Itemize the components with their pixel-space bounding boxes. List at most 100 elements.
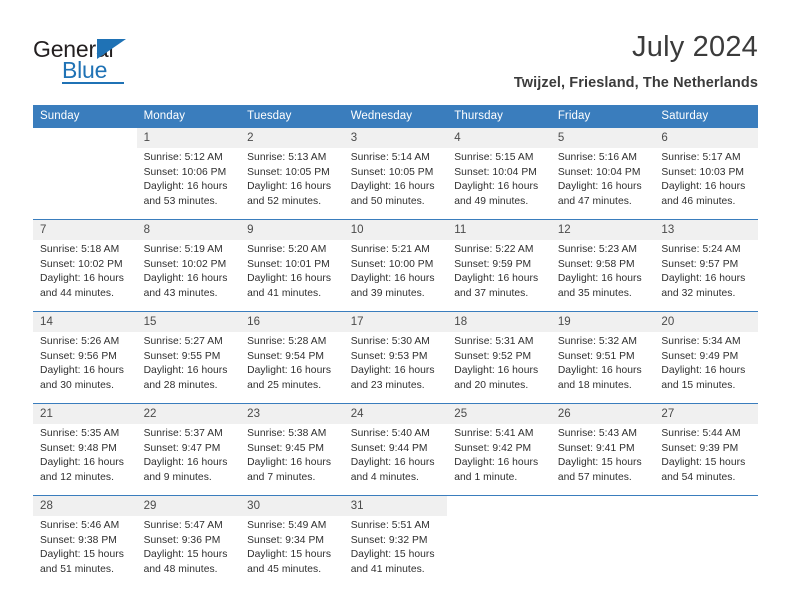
day-cell-9[interactable]: Sunrise: 5:20 AM Sunset: 10:01 PM Daylight… bbox=[240, 240, 344, 311]
day-cell-3[interactable]: Sunrise: 5:14 AM Sunset: 10:05 PM Daylight… bbox=[343, 148, 448, 219]
day-number-empty bbox=[33, 128, 137, 148]
day-detail-line: Sunrise: 5:14 AM bbox=[350, 152, 430, 163]
day-number-14[interactable]: 14 bbox=[33, 312, 137, 332]
day-detail-line: Daylight: 16 hours bbox=[247, 457, 332, 468]
day-number-11[interactable]: 11 bbox=[447, 220, 551, 240]
day-number-3[interactable]: 3 bbox=[343, 128, 448, 148]
day-number-30[interactable]: 30 bbox=[240, 496, 344, 516]
day-detail-line: Sunset: 9:47 PM bbox=[143, 442, 221, 454]
day-cell-20[interactable]: Sunrise: 5:34 AM Sunset: 9:49 PM Daylight:… bbox=[654, 332, 758, 403]
day-number-26[interactable]: 26 bbox=[550, 404, 655, 424]
day-cell-18[interactable]: Sunrise: 5:31 AM Sunset: 9:52 PM Daylight:… bbox=[447, 332, 551, 403]
day-detail-line: Daylight: 16 hours bbox=[661, 181, 746, 192]
day-number-28[interactable]: 28 bbox=[33, 496, 137, 516]
day-cell-23[interactable]: Sunrise: 5:38 AM Sunset: 9:45 PM Daylight:… bbox=[240, 424, 344, 495]
day-number-29[interactable]: 29 bbox=[136, 496, 241, 516]
day-detail-line: Daylight: 15 hours bbox=[661, 457, 746, 468]
day-number-12[interactable]: 12 bbox=[550, 220, 655, 240]
day-number-19[interactable]: 19 bbox=[550, 312, 655, 332]
day-detail-line: Daylight: 16 hours bbox=[454, 457, 539, 468]
day-detail-line: Sunset: 10:02 PM bbox=[143, 258, 227, 270]
day-cell-6[interactable]: Sunrise: 5:17 AM Sunset: 10:03 PM Daylight… bbox=[654, 148, 758, 219]
day-cell-11[interactable]: Sunrise: 5:22 AM Sunset: 9:59 PM Daylight:… bbox=[447, 240, 551, 311]
day-number-17[interactable]: 17 bbox=[343, 312, 448, 332]
day-cell-empty bbox=[654, 516, 758, 587]
day-cell-14[interactable]: Sunrise: 5:26 AM Sunset: 9:56 PM Daylight:… bbox=[33, 332, 137, 403]
day-cell-30[interactable]: Sunrise: 5:49 AM Sunset: 9:34 PM Daylight:… bbox=[240, 516, 344, 587]
day-number-24[interactable]: 24 bbox=[343, 404, 448, 424]
day-number-7[interactable]: 7 bbox=[33, 220, 137, 240]
day-detail-row: Sunrise: 5:18 AM Sunset: 10:02 PM Daylight… bbox=[33, 240, 758, 311]
day-cell-16[interactable]: Sunrise: 5:28 AM Sunset: 9:54 PM Daylight:… bbox=[240, 332, 344, 403]
day-number-15[interactable]: 15 bbox=[136, 312, 241, 332]
day-detail-line: Daylight: 16 hours bbox=[661, 273, 746, 284]
location-subtitle: Twijzel, Friesland, The Netherlands bbox=[513, 75, 758, 91]
day-cell-25[interactable]: Sunrise: 5:41 AM Sunset: 9:42 PM Daylight:… bbox=[447, 424, 551, 495]
day-cell-24[interactable]: Sunrise: 5:40 AM Sunset: 9:44 PM Daylight:… bbox=[343, 424, 448, 495]
day-cell-28[interactable]: Sunrise: 5:46 AM Sunset: 9:38 PM Daylight:… bbox=[33, 516, 137, 587]
day-cell-15[interactable]: Sunrise: 5:27 AM Sunset: 9:55 PM Daylight:… bbox=[136, 332, 241, 403]
day-number-22[interactable]: 22 bbox=[136, 404, 241, 424]
day-cell-21[interactable]: Sunrise: 5:35 AM Sunset: 9:48 PM Daylight:… bbox=[33, 424, 137, 495]
day-detail-line: and 20 minutes. bbox=[454, 379, 529, 391]
day-detail-line: Sunset: 9:53 PM bbox=[350, 350, 428, 362]
day-number-18[interactable]: 18 bbox=[447, 312, 551, 332]
day-number-empty bbox=[654, 496, 758, 516]
day-number-5[interactable]: 5 bbox=[550, 128, 655, 148]
day-detail-line: and 45 minutes. bbox=[247, 563, 322, 575]
day-detail-line: and 4 minutes. bbox=[350, 471, 419, 483]
day-number-27[interactable]: 27 bbox=[654, 404, 758, 424]
day-number-21[interactable]: 21 bbox=[33, 404, 137, 424]
day-detail-line: Sunrise: 5:24 AM bbox=[661, 244, 741, 255]
day-cell-29[interactable]: Sunrise: 5:47 AM Sunset: 9:36 PM Daylight:… bbox=[136, 516, 241, 587]
day-detail-line: and 35 minutes. bbox=[557, 287, 632, 299]
day-cell-13[interactable]: Sunrise: 5:24 AM Sunset: 9:57 PM Daylight:… bbox=[654, 240, 758, 311]
day-number-20[interactable]: 20 bbox=[654, 312, 758, 332]
day-number-2[interactable]: 2 bbox=[240, 128, 344, 148]
day-detail-line: Sunset: 10:00 PM bbox=[350, 258, 434, 270]
day-detail-line: Sunrise: 5:43 AM bbox=[557, 428, 638, 439]
day-cell-17[interactable]: Sunrise: 5:30 AM Sunset: 9:53 PM Daylight:… bbox=[343, 332, 448, 403]
day-number-31[interactable]: 31 bbox=[343, 496, 448, 516]
day-number-16[interactable]: 16 bbox=[240, 312, 344, 332]
day-number-13[interactable]: 13 bbox=[654, 220, 758, 240]
day-detail-line: and 15 minutes. bbox=[661, 379, 736, 391]
page-header: General Blue July 2024 Twijzel, Frieslan… bbox=[33, 30, 758, 100]
day-number-4[interactable]: 4 bbox=[447, 128, 551, 148]
day-detail-line: Sunrise: 5:35 AM bbox=[40, 428, 120, 439]
day-cell-5[interactable]: Sunrise: 5:16 AM Sunset: 10:04 PM Daylight… bbox=[550, 148, 655, 219]
day-detail-line: Daylight: 16 hours bbox=[557, 365, 642, 376]
day-number-25[interactable]: 25 bbox=[447, 404, 551, 424]
day-cell-27[interactable]: Sunrise: 5:44 AM Sunset: 9:39 PM Daylight:… bbox=[654, 424, 758, 495]
day-number-9[interactable]: 9 bbox=[240, 220, 344, 240]
day-detail-line: Sunset: 10:05 PM bbox=[350, 166, 434, 178]
day-detail-line: and 48 minutes. bbox=[143, 563, 218, 575]
day-cell-26[interactable]: Sunrise: 5:43 AM Sunset: 9:41 PM Daylight:… bbox=[550, 424, 655, 495]
day-cell-31[interactable]: Sunrise: 5:51 AM Sunset: 9:32 PM Daylight:… bbox=[343, 516, 448, 587]
day-cell-19[interactable]: Sunrise: 5:32 AM Sunset: 9:51 PM Daylight:… bbox=[550, 332, 655, 403]
day-number-6[interactable]: 6 bbox=[654, 128, 758, 148]
day-cell-7[interactable]: Sunrise: 5:18 AM Sunset: 10:02 PM Daylight… bbox=[33, 240, 137, 311]
day-number-10[interactable]: 10 bbox=[343, 220, 448, 240]
day-detail-row: Sunrise: 5:35 AM Sunset: 9:48 PM Daylight:… bbox=[33, 424, 758, 495]
day-detail-line: Sunset: 9:54 PM bbox=[247, 350, 325, 362]
day-detail-line: Sunset: 9:57 PM bbox=[661, 258, 739, 270]
day-cell-12[interactable]: Sunrise: 5:23 AM Sunset: 9:58 PM Daylight:… bbox=[550, 240, 655, 311]
day-detail-line: Sunrise: 5:27 AM bbox=[143, 336, 223, 347]
sunrise-sunset-calendar: Sunday Monday Tuesday Wednesday Thursday Frid… bbox=[33, 105, 758, 587]
day-cell-4[interactable]: Sunrise: 5:15 AM Sunset: 10:04 PM Daylight… bbox=[447, 148, 551, 219]
day-cell-1[interactable]: Sunrise: 5:12 AM Sunset: 10:06 PM Daylight… bbox=[136, 148, 241, 219]
day-detail-line: Daylight: 16 hours bbox=[143, 181, 228, 192]
day-cell-10[interactable]: Sunrise: 5:21 AM Sunset: 10:00 PM Daylight… bbox=[343, 240, 448, 311]
day-detail-line: and 52 minutes. bbox=[247, 195, 322, 207]
day-cell-2[interactable]: Sunrise: 5:13 AM Sunset: 10:05 PM Daylight… bbox=[240, 148, 344, 219]
day-cell-22[interactable]: Sunrise: 5:37 AM Sunset: 9:47 PM Daylight:… bbox=[136, 424, 241, 495]
day-detail-line: Daylight: 16 hours bbox=[661, 365, 746, 376]
day-detail-line: Daylight: 16 hours bbox=[143, 273, 228, 284]
day-number-8[interactable]: 8 bbox=[136, 220, 241, 240]
day-detail-line: Sunset: 9:45 PM bbox=[247, 442, 325, 454]
day-number-23[interactable]: 23 bbox=[240, 404, 344, 424]
day-detail-line: Sunrise: 5:51 AM bbox=[350, 520, 430, 531]
day-cell-8[interactable]: Sunrise: 5:19 AM Sunset: 10:02 PM Daylight… bbox=[136, 240, 241, 311]
day-number-1[interactable]: 1 bbox=[136, 128, 241, 148]
